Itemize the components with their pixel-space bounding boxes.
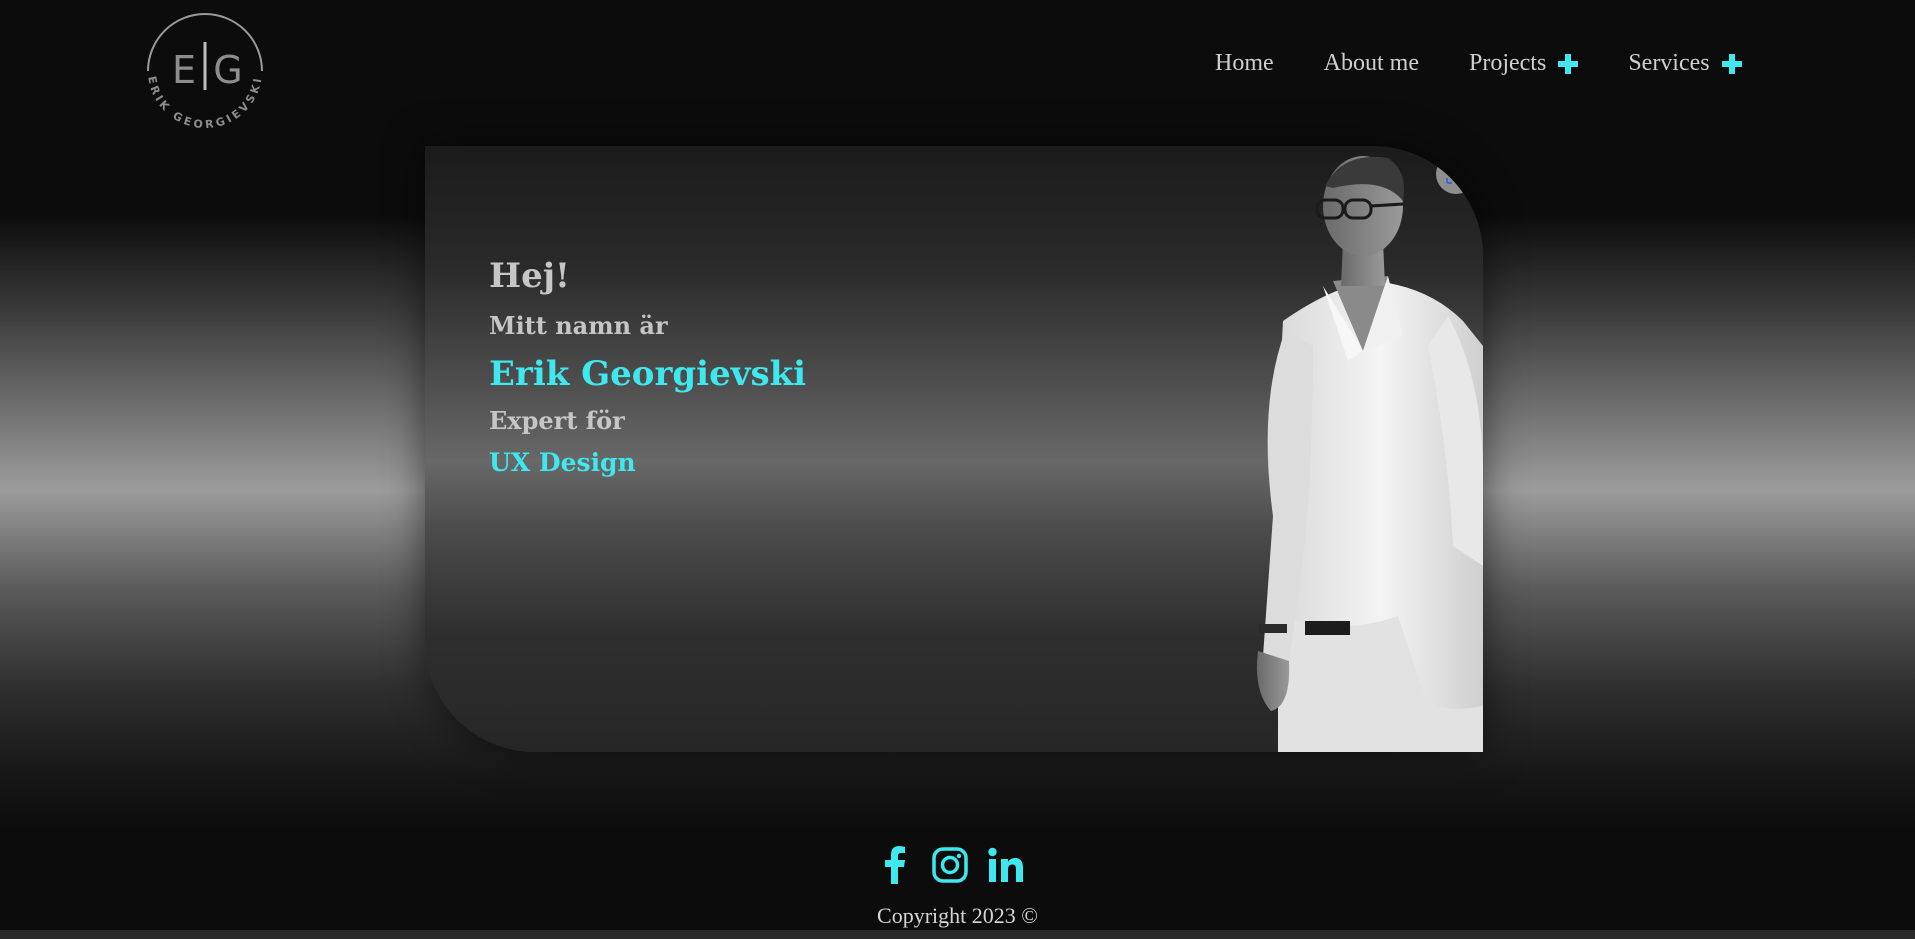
hero-name-intro: Mitt namn är (489, 311, 668, 340)
instagram-link[interactable] (932, 847, 968, 887)
hero-expert-intro: Expert för (489, 406, 625, 435)
projects-plus-icon[interactable] (1558, 53, 1579, 74)
logo-monogram-right: G (213, 48, 242, 92)
logo-monogram-left: E (172, 48, 196, 92)
nav-services[interactable]: Services (1628, 50, 1742, 77)
facebook-link[interactable] (880, 846, 912, 888)
social-links (880, 846, 1024, 888)
nav-projects[interactable]: Projects (1468, 50, 1579, 77)
nav-about-label: About me (1323, 50, 1419, 76)
hero-skill: UX Design (489, 448, 636, 477)
hero-text: Hej! Mitt namn är Erik Georgievski Exper… (489, 254, 806, 484)
hero-greeting: Hej! (489, 256, 570, 296)
nav-about[interactable]: About me (1324, 50, 1419, 77)
copyright-text: Copyright 2023 © (877, 903, 1038, 928)
services-plus-icon[interactable] (1721, 53, 1742, 74)
nav-services-label: Services (1628, 50, 1710, 76)
instagram-icon (932, 847, 968, 883)
linkedin-icon (988, 847, 1023, 882)
google-lens-button[interactable] (1436, 154, 1476, 194)
main-nav: Home About me Projects Services (1215, 50, 1742, 77)
facebook-icon (885, 846, 905, 884)
nav-home-label: Home (1215, 50, 1274, 76)
nav-home[interactable]: Home (1215, 50, 1274, 77)
google-lens-icon (1446, 164, 1466, 184)
portrait-image (1256, 156, 1483, 752)
logo-graphic: E G ERIK GEORGIEVSKI (145, 13, 263, 131)
page: E G ERIK GEORGIEVSKI Home About me Proje… (0, 0, 1915, 939)
hero-name: Erik Georgievski (489, 354, 807, 394)
bottom-scrollbar[interactable] (0, 930, 1915, 939)
linkedin-link[interactable] (988, 847, 1024, 887)
site-logo[interactable]: E G ERIK GEORGIEVSKI (138, 4, 272, 138)
hero-card: Hej! Mitt namn är Erik Georgievski Exper… (425, 146, 1483, 752)
nav-projects-label: Projects (1468, 50, 1547, 76)
